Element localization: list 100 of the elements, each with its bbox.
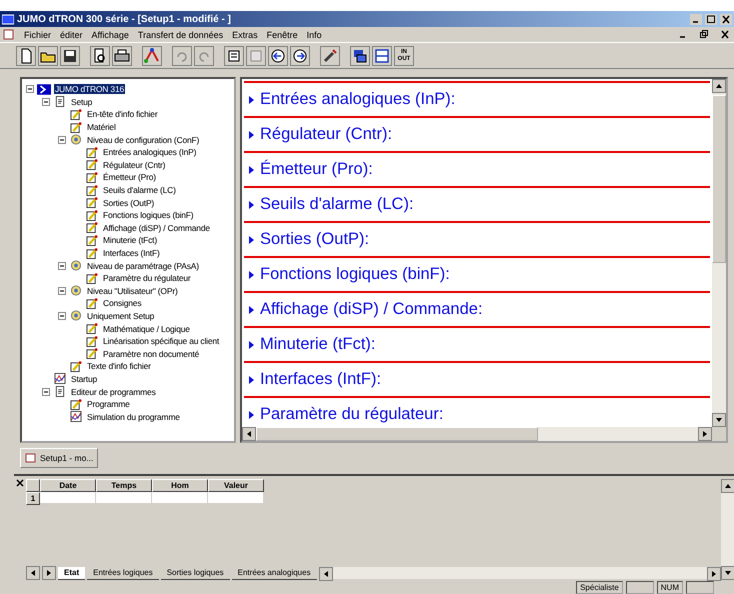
scrollbar-thumb[interactable] — [712, 95, 726, 263]
tree-item[interactable]: Seuils d'alarme (LC) — [102, 185, 177, 196]
scrollbar-thumb[interactable] — [256, 427, 538, 441]
table-cell[interactable] — [152, 492, 208, 503]
menu-item[interactable]: Extras — [232, 30, 258, 40]
split-icon[interactable] — [372, 46, 392, 66]
triangle-icon — [249, 200, 254, 208]
document-tab[interactable]: Setup1 - mo... — [20, 448, 98, 468]
tree-item[interactable]: Entrées analogiques (InP) — [102, 147, 198, 158]
tree-item[interactable]: Setup — [70, 96, 94, 107]
tree-item[interactable]: Paramètre du régulateur — [102, 273, 192, 284]
tree-item[interactable]: JUMO dTRON 316 — [54, 84, 125, 94]
sheet-tab[interactable]: Etat — [58, 566, 86, 580]
scroll-left-icon[interactable] — [318, 567, 333, 581]
tree-item[interactable]: Startup — [70, 374, 98, 384]
corner-cell[interactable] — [26, 479, 40, 492]
tree-item[interactable]: Régulateur (Cntr) — [102, 160, 166, 170]
collapse-toggle[interactable] — [58, 286, 66, 295]
collapse-toggle[interactable] — [26, 85, 34, 94]
column-header[interactable]: Hom — [152, 479, 208, 492]
scroll-right-icon[interactable] — [707, 567, 721, 581]
tree-item[interactable]: Niveau de paramétrage (PAsA) — [86, 260, 200, 271]
gear-icon — [69, 310, 83, 322]
collapse-toggle[interactable] — [58, 262, 66, 270]
new-file-icon[interactable] — [16, 46, 36, 66]
section-header[interactable]: Seuils d'alarme (LC): — [244, 186, 710, 221]
menu-item[interactable]: Fichier — [24, 30, 52, 40]
tree-item[interactable]: Niveau "Utilisateur" (OPr) — [86, 286, 179, 296]
pencil-icon — [69, 360, 83, 372]
tree-item[interactable]: Matériel — [86, 122, 117, 132]
section-header[interactable]: Interfaces (IntF): — [244, 361, 710, 396]
tree-item[interactable]: Minuterie (tFct) — [102, 235, 158, 246]
tree-item[interactable]: Interfaces (IntF) — [102, 248, 161, 258]
menu-item[interactable]: Transfert de données — [138, 30, 224, 40]
tree-item[interactable]: Texte d'info fichier — [86, 361, 152, 372]
scroll-down-icon[interactable] — [712, 413, 726, 427]
menu-item[interactable]: Fenêtre — [266, 30, 298, 40]
scroll-right-icon[interactable] — [42, 566, 56, 580]
collapse-toggle[interactable] — [42, 98, 50, 106]
sheet-tab[interactable]: Entrées analogiques — [232, 566, 317, 580]
tree-item[interactable]: Programme — [86, 399, 131, 410]
collapse-toggle[interactable] — [58, 312, 66, 320]
tree-item[interactable]: Émetteur (Pro) — [102, 172, 157, 182]
tree-item[interactable]: Paramètre non documenté — [102, 348, 200, 359]
menu-item[interactable]: éditer — [60, 30, 83, 40]
sheet-tab[interactable]: Entrées logiques — [87, 566, 159, 580]
maximize-icon[interactable] — [705, 14, 717, 24]
close-icon[interactable] — [16, 479, 24, 487]
tree-item[interactable]: Fonctions logiques (binF) — [102, 210, 194, 220]
table-cell[interactable] — [40, 492, 96, 503]
redo-icon[interactable] — [194, 46, 214, 66]
tree-item[interactable]: Linéarisation spécifique au client — [102, 336, 220, 346]
section-header[interactable]: Fonctions logiques (binF): — [244, 256, 710, 291]
tree-item[interactable]: Affichage (diSP) / Commande — [102, 222, 211, 233]
table-cell[interactable] — [208, 492, 264, 503]
section-header[interactable]: Régulateur (Cntr): — [244, 116, 710, 151]
restore-icon[interactable] — [698, 29, 710, 40]
scroll-up-icon[interactable] — [721, 479, 734, 493]
menu-item[interactable]: Info — [306, 30, 322, 40]
folder-icon[interactable] — [38, 46, 58, 66]
scroll-down-icon[interactable] — [721, 566, 734, 580]
network-icon[interactable] — [142, 46, 162, 66]
scroll-left-icon[interactable] — [242, 427, 256, 441]
tree-item[interactable]: Niveau de configuration (ConF) — [86, 134, 200, 145]
save-icon[interactable] — [60, 46, 80, 66]
column-header[interactable]: Date — [40, 479, 96, 492]
section-header[interactable]: Entrées analogiques (InP): — [244, 81, 710, 116]
tree-item[interactable]: Consignes — [102, 298, 142, 308]
close-icon[interactable] — [719, 29, 731, 40]
tree-item[interactable]: Sorties (OutP) — [102, 198, 156, 208]
minimize-icon[interactable] — [690, 14, 702, 24]
scroll-up-icon[interactable] — [712, 79, 726, 93]
column-header[interactable]: Valeur — [208, 479, 264, 492]
document-icon — [25, 453, 37, 463]
section-header[interactable]: Sorties (OutP): — [244, 221, 710, 256]
tree-item[interactable]: Uniquement Setup — [86, 310, 156, 321]
tree-item[interactable]: Mathématique / Logique — [102, 324, 191, 334]
collapse-toggle[interactable] — [42, 388, 50, 396]
arrow-left-icon[interactable] — [268, 46, 288, 66]
close-icon[interactable] — [720, 14, 732, 24]
menu-item[interactable]: Affichage — [92, 30, 129, 40]
section-header[interactable]: Minuterie (tFct): — [244, 326, 710, 361]
tree-item[interactable]: Editeur de programmes — [70, 386, 157, 397]
collapse-toggle[interactable] — [58, 136, 66, 144]
section-header[interactable]: Affichage (diSP) / Commande: — [244, 291, 710, 326]
tree-item[interactable]: Simulation du programme — [86, 412, 181, 422]
section-header[interactable]: Émetteur (Pro): — [244, 151, 710, 186]
undo-icon[interactable] — [172, 46, 192, 66]
windows-icon[interactable] — [350, 46, 370, 66]
tree-item[interactable]: En-tête d'info fichier — [86, 109, 158, 120]
column-header[interactable]: Temps — [96, 479, 152, 492]
tools-icon[interactable] — [320, 46, 340, 66]
table-cell[interactable] — [96, 492, 152, 503]
scroll-left-icon[interactable] — [26, 566, 40, 580]
sheet-tab[interactable]: Sorties logiques — [160, 566, 230, 580]
row-header[interactable]: 1 — [26, 492, 40, 505]
arrow-right-icon[interactable] — [290, 46, 310, 66]
printer-icon[interactable] — [112, 46, 132, 66]
print-preview-icon[interactable] — [90, 46, 110, 66]
scroll-right-icon[interactable] — [698, 427, 712, 441]
